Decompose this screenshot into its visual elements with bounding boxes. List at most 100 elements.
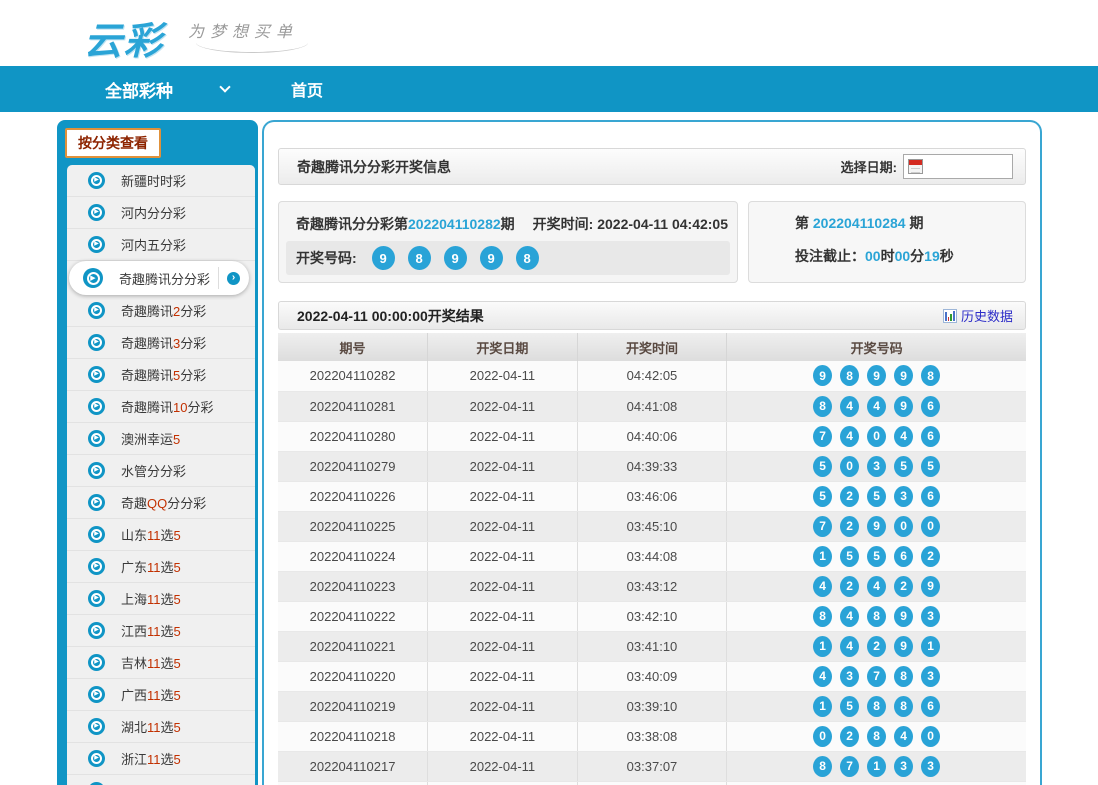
sidebar-item-label: 奇趣QQ分分彩 [121,493,206,512]
sidebar-item[interactable]: ▶奇趣腾讯10分彩 [67,391,255,423]
draw-numbers-cell: 72900 [727,511,1026,541]
play-arrow-icon: ▶ [91,657,102,668]
sidebar-item[interactable]: ▶河内五分彩 [67,229,255,261]
play-arrow-icon: ▶ [91,207,102,218]
play-circle-icon: ▶ [88,654,105,671]
lottery-ball: 0 [840,456,859,477]
lottery-ball: 0 [894,516,913,537]
chevron-down-icon[interactable] [219,81,230,92]
page-title-panel: 奇趣腾讯分分彩开奖信息 选择日期: [278,148,1026,185]
lottery-ball: 2 [867,636,886,657]
play-arrow-icon: ▶ [91,239,102,250]
table-row[interactable]: 2022041102232022-04-1103:43:1242429 [278,571,1026,601]
next-draw-period: 202204110284 [813,215,906,231]
sidebar-item[interactable]: ▶浙江11选5 [67,743,255,775]
table-row[interactable]: 2022041102262022-04-1103:46:0652536 [278,481,1026,511]
period-cell: 202204110280 [278,421,428,451]
table-row[interactable]: 2022041102242022-04-1103:44:0815562 [278,541,1026,571]
lottery-ball: 1 [813,696,832,717]
period-cell: 202204110225 [278,511,428,541]
sidebar-item[interactable]: ▶山东11选5 [67,519,255,551]
sidebar-item[interactable]: ▶奇趣QQ分分彩 [67,487,255,519]
table-row[interactable]: 2022041102222022-04-1103:42:1084893 [278,601,1026,631]
current-draw-suffix: 期 [501,216,515,232]
draw-numbers-cell: 43783 [727,661,1026,691]
date-input[interactable] [903,154,1013,179]
date-picker: 选择日期: [841,154,1013,179]
time-cell: 04:40:06 [577,421,727,451]
lottery-ball: 6 [921,696,940,717]
table-row[interactable]: 2022041102182022-04-1103:38:0802840 [278,721,1026,751]
history-link-wrap[interactable]: 历史数据 [943,306,1013,325]
sidebar-item[interactable]: ▶奇趣腾讯3分彩 [67,327,255,359]
lottery-ball: 9 [867,516,886,537]
lottery-ball: 5 [867,546,886,567]
table-row[interactable]: 2022041102792022-04-1104:39:3350355 [278,451,1026,481]
draw-numbers-cell: 42429 [727,571,1026,601]
sidebar-item[interactable]: ▶广东11选5 [67,551,255,583]
play-arrow-icon: ▶ [91,561,102,572]
sidebar-item[interactable]: ▶吉林11选5 [67,647,255,679]
sidebar-list: ▶新疆时时彩▶河内分分彩▶河内五分彩▶奇趣腾讯分分彩›▶奇趣腾讯2分彩▶奇趣腾讯… [67,165,255,785]
table-row[interactable]: 2022041102822022-04-1104:42:0598998 [278,361,1026,391]
countdown-minutes-unit: 分 [910,248,924,264]
table-row[interactable]: 2022041102202022-04-1103:40:0943783 [278,661,1026,691]
results-table-header-row: 期号开奖日期开奖时间开奖号码 [278,333,1026,361]
date-cell: 2022-04-11 [428,481,578,511]
date-cell: 2022-04-11 [428,451,578,481]
sidebar-item[interactable]: ▶水管分分彩 [67,455,255,487]
sidebar-item[interactable]: ▶澳洲幸运5 [67,423,255,455]
period-cell: 202204110221 [278,631,428,661]
sidebar-item[interactable]: ▶湖北11选5 [67,711,255,743]
sidebar: 按分类查看 ▶新疆时时彩▶河内分分彩▶河内五分彩▶奇趣腾讯分分彩›▶奇趣腾讯2分… [57,120,258,785]
draw-numbers-cell: 87133 [727,751,1026,781]
column-header: 开奖时间 [577,333,727,361]
sidebar-item[interactable]: ▶奇趣腾讯2分彩 [67,295,255,327]
lottery-ball: 5 [813,486,832,507]
lottery-ball: 0 [867,426,886,447]
nav-home[interactable]: 首页 [291,77,323,101]
site-logo[interactable]: 云彩 [84,10,164,65]
lottery-ball: 1 [867,756,886,777]
play-circle-icon: ▶ [88,622,105,639]
sidebar-item[interactable]: ▶上海11选5 [67,583,255,615]
column-header: 期号 [278,333,428,361]
table-row[interactable]: 2022041102192022-04-1103:39:1015886 [278,691,1026,721]
lottery-ball: 7 [813,426,832,447]
next-draw-suffix: 期 [906,215,924,231]
next-draw-panel: 第 202204110284 期 投注截止：00时00分19秒 [748,201,1026,283]
history-data-link[interactable]: 历史数据 [961,306,1013,325]
table-row[interactable]: 2022041102802022-04-1104:40:0674046 [278,421,1026,451]
countdown-label: 投注截止： [795,248,865,264]
current-draw-panel: 奇趣腾讯分分彩第202204110282期开奖时间: 2022-04-11 04… [278,201,738,283]
table-row[interactable]: 2022041102172022-04-1103:37:0787133 [278,751,1026,781]
draw-numbers-cell: 74046 [727,421,1026,451]
sidebar-item-label: 山东11选5 [121,525,181,544]
table-row[interactable] [278,781,1026,785]
lottery-ball: 9 [372,246,395,270]
sidebar-item[interactable]: ▶广西11选5 [67,679,255,711]
calendar-icon[interactable] [908,159,923,174]
countdown-seconds-unit: 秒 [940,248,954,264]
countdown-hours: 00 [865,248,881,264]
lottery-ball: 4 [813,666,832,687]
lottery-ball: 0 [813,726,832,747]
sidebar-item[interactable]: ▶ [67,775,255,785]
lottery-ball: 9 [894,636,913,657]
table-row[interactable]: 2022041102212022-04-1103:41:1014291 [278,631,1026,661]
current-draw-prefix: 奇趣腾讯分分彩第 [296,216,408,232]
lottery-ball: 5 [840,696,859,717]
lottery-ball: 6 [894,546,913,567]
sidebar-item[interactable]: ▶奇趣腾讯5分彩 [67,359,255,391]
table-row[interactable]: 2022041102252022-04-1103:45:1072900 [278,511,1026,541]
main-nav: 全部彩种 首页 [0,66,1098,112]
sidebar-item[interactable]: ▶江西11选5 [67,615,255,647]
sidebar-item[interactable]: ▶新疆时时彩 [67,165,255,197]
lottery-ball: 4 [840,636,859,657]
sidebar-item[interactable]: ▶河内分分彩 [67,197,255,229]
date-cell [428,781,578,785]
nav-all-lotteries[interactable]: 全部彩种 [105,77,173,102]
chevron-right-icon[interactable]: › [227,272,240,285]
sidebar-item[interactable]: ▶奇趣腾讯分分彩› [69,261,249,295]
table-row[interactable]: 2022041102812022-04-1104:41:0884496 [278,391,1026,421]
